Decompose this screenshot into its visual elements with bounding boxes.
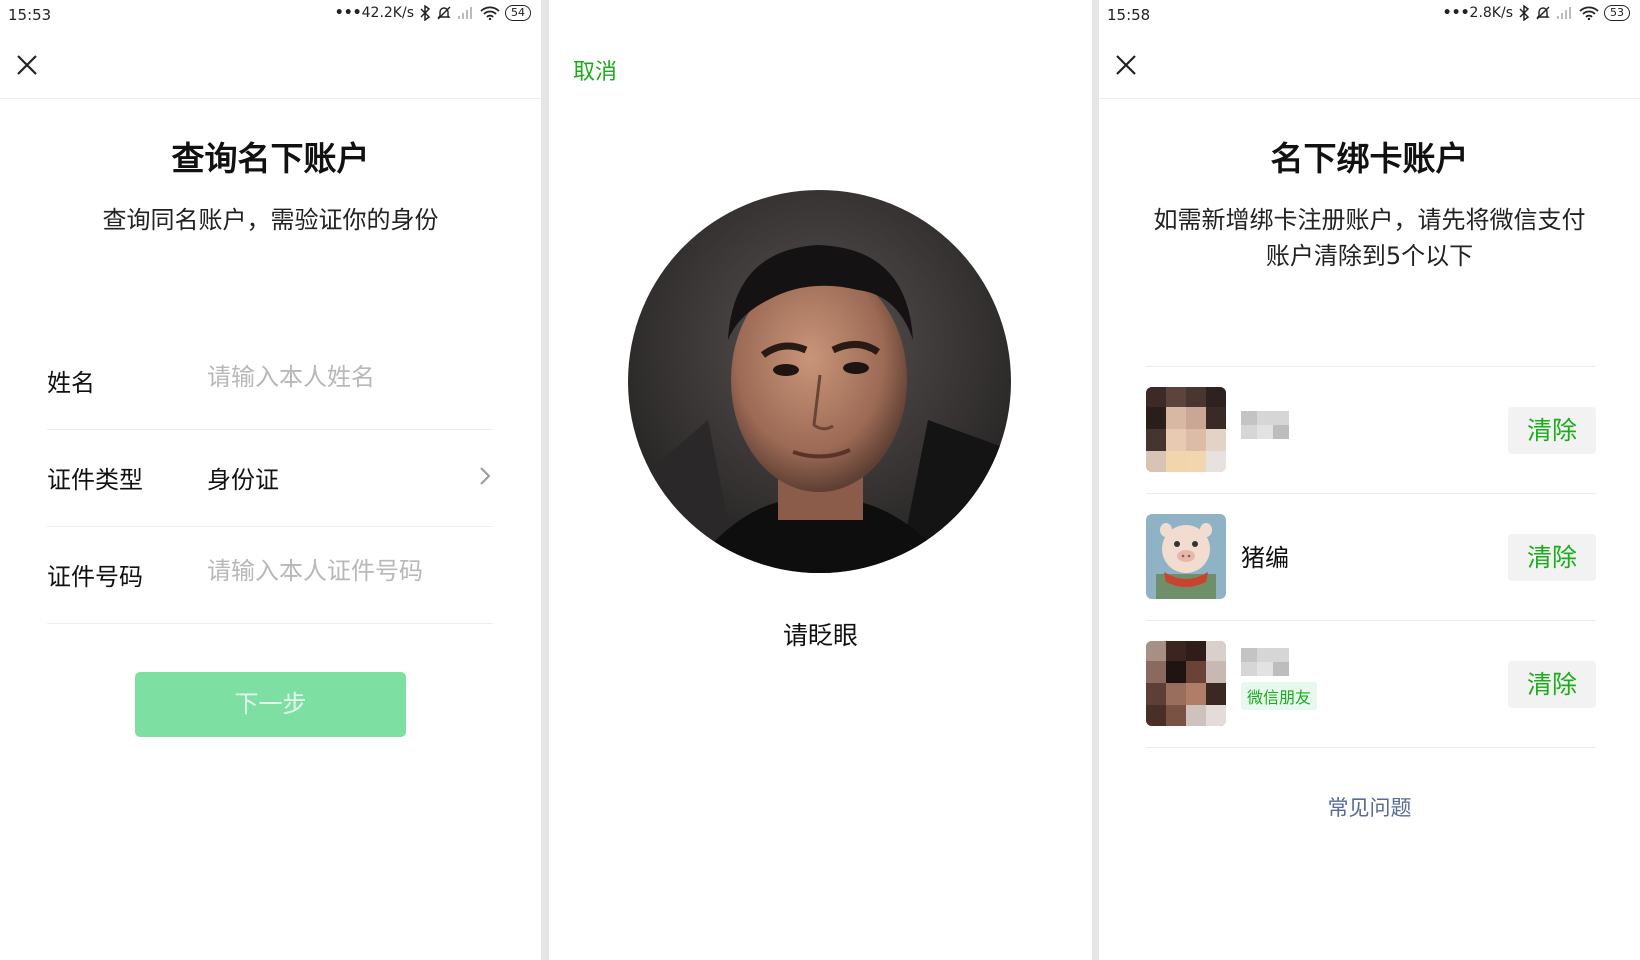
id-type-label: 证件类型	[47, 466, 143, 494]
clear-button[interactable]: 清除	[1508, 534, 1596, 581]
status-time: 15:58	[1107, 6, 1151, 24]
page-title: 查询名下账户	[171, 139, 370, 178]
wechat-friend-badge: 微信朋友	[1241, 682, 1318, 710]
face-photo	[628, 190, 1011, 573]
bound-accounts-screen: 15:58 •••2.8K/s 53 名下绑卡账户 如需新增绑卡注册账户，请先将…	[1099, 0, 1640, 960]
account-list: 清除 猪编 清除 微信朋友 清除	[1146, 366, 1596, 748]
name-label: 姓名	[47, 369, 95, 397]
mute-bell-icon	[1536, 6, 1550, 20]
avatar	[1146, 514, 1226, 599]
bluetooth-icon	[420, 5, 431, 21]
list-item: 微信朋友 清除	[1146, 621, 1596, 748]
status-bar: 15:58 •••2.8K/s 53	[1099, 0, 1640, 30]
avatar	[1146, 641, 1226, 726]
battery-icon: 54	[505, 5, 531, 21]
cancel-button[interactable]: 取消	[573, 54, 617, 86]
id-type-row[interactable]: 证件类型 身份证	[47, 430, 493, 527]
header-divider	[0, 98, 541, 99]
name-field-row: 姓名	[47, 333, 493, 430]
clear-button[interactable]: 清除	[1508, 661, 1596, 708]
battery-icon: 53	[1604, 5, 1630, 21]
avatar	[1146, 387, 1226, 472]
wifi-icon	[480, 6, 500, 20]
name-input[interactable]	[207, 357, 487, 397]
clear-button[interactable]: 清除	[1508, 407, 1596, 454]
signal-icon	[458, 7, 472, 19]
blurred-name	[1241, 411, 1289, 439]
network-speed: •••42.2K/s	[334, 5, 414, 21]
bluetooth-icon	[1519, 5, 1530, 21]
next-step-button[interactable]: 下一步	[135, 672, 406, 737]
status-bar: 15:53 •••42.2K/s 54	[0, 0, 541, 30]
account-name: 猪编	[1241, 544, 1289, 572]
close-icon[interactable]	[1113, 52, 1139, 78]
blurred-name	[1241, 648, 1289, 676]
mute-bell-icon	[437, 6, 451, 20]
header-divider	[1099, 98, 1640, 99]
network-speed: •••2.8K/s	[1442, 5, 1513, 21]
page-title: 名下绑卡账户	[1270, 139, 1469, 178]
id-number-label: 证件号码	[47, 563, 143, 591]
query-accounts-screen: 15:53 •••42.2K/s 54 查询名下账户 查询同名账户，需验证你的身…	[0, 0, 541, 960]
close-icon[interactable]	[14, 52, 40, 78]
blink-prompt: 请眨眼	[782, 621, 858, 650]
id-number-row: 证件号码	[47, 527, 493, 624]
chevron-right-icon	[480, 467, 491, 485]
id-type-value: 身份证	[207, 466, 279, 494]
page-subtitle: 查询同名账户，需验证你的身份	[102, 206, 439, 234]
id-number-input[interactable]	[207, 551, 487, 591]
status-time: 15:53	[8, 6, 52, 24]
signal-icon	[1557, 7, 1571, 19]
list-item: 猪编 清除	[1146, 494, 1596, 621]
face-camera-preview	[628, 190, 1011, 573]
wifi-icon	[1579, 6, 1599, 20]
list-item: 清除	[1146, 367, 1596, 494]
faq-link[interactable]: 常见问题	[1099, 792, 1640, 822]
face-verification-screen: 取消 请眨眼	[549, 0, 1092, 960]
page-subtitle: 如需新增绑卡注册账户，请先将微信支付账户清除到5个以下	[1153, 206, 1586, 270]
